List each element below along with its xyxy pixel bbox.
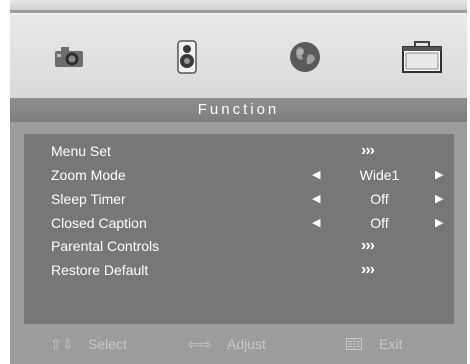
- increase-arrow-icon[interactable]: ▶: [435, 163, 443, 187]
- menu-key-icon: [346, 330, 362, 358]
- submenu-arrows-icon: ›››: [361, 261, 375, 278]
- tab-channel[interactable]: [260, 14, 350, 99]
- tab-picture[interactable]: [24, 14, 114, 99]
- closed-caption-value: Off: [370, 215, 389, 231]
- menu-item-zoom-mode[interactable]: Zoom Mode ◀ Wide1 ▶: [24, 163, 454, 187]
- globe-icon: [290, 41, 320, 72]
- submenu-arrows-icon: ›››: [361, 142, 375, 159]
- submenu-arrows-icon: ›››: [361, 237, 375, 254]
- menu-title: Function: [10, 98, 467, 122]
- menu-item-label: Sleep Timer: [51, 191, 126, 207]
- decrease-arrow-icon[interactable]: ◀: [312, 187, 320, 211]
- menu-item-sleep-timer[interactable]: Sleep Timer ◀ Off ▶: [24, 187, 454, 211]
- tab-function[interactable]: [377, 14, 467, 99]
- increase-arrow-icon[interactable]: ▶: [435, 187, 443, 211]
- osd-window: Function Menu Set ››› Zoom Mode ◀ Wide1 …: [10, 0, 467, 364]
- menu-item-restore-default[interactable]: Restore Default ›››: [24, 258, 454, 282]
- zoom-mode-value: Wide1: [359, 167, 400, 183]
- up-down-arrows-icon: ⇧⇩: [50, 336, 74, 352]
- sleep-timer-value: Off: [370, 191, 389, 207]
- top-strip: [10, 0, 467, 10]
- menu-item-label: Restore Default: [51, 262, 149, 278]
- speaker-icon: [177, 39, 197, 74]
- select-hint: Select: [88, 336, 127, 352]
- category-icon-row: [10, 13, 467, 99]
- left-right-arrows-icon: ⇦⇨: [188, 336, 212, 352]
- menu-item-closed-caption[interactable]: Closed Caption ◀ Off ▶: [24, 211, 454, 235]
- function-menu-panel: Menu Set ››› Zoom Mode ◀ Wide1 ▶ Sleep T…: [24, 134, 454, 324]
- menu-item-label: Closed Caption: [51, 215, 147, 231]
- decrease-arrow-icon[interactable]: ◀: [312, 211, 320, 235]
- tab-sound[interactable]: [142, 14, 232, 99]
- key-hint-bar: ⇧⇩ Select ⇦⇨ Adjust Exit: [10, 330, 467, 358]
- menu-item-label: Parental Controls: [51, 238, 160, 254]
- toolbox-icon: [402, 40, 442, 73]
- menu-item-label: Menu Set: [51, 143, 111, 159]
- exit-hint: Exit: [379, 336, 403, 352]
- menu-item-label: Zoom Mode: [51, 167, 126, 183]
- decrease-arrow-icon[interactable]: ◀: [312, 163, 320, 187]
- adjust-hint: Adjust: [227, 336, 266, 352]
- increase-arrow-icon[interactable]: ▶: [435, 211, 443, 235]
- menu-item-parental-controls[interactable]: Parental Controls ›››: [24, 234, 454, 258]
- menu-item-menu-set[interactable]: Menu Set ›››: [24, 139, 454, 163]
- camera-icon: [55, 46, 83, 67]
